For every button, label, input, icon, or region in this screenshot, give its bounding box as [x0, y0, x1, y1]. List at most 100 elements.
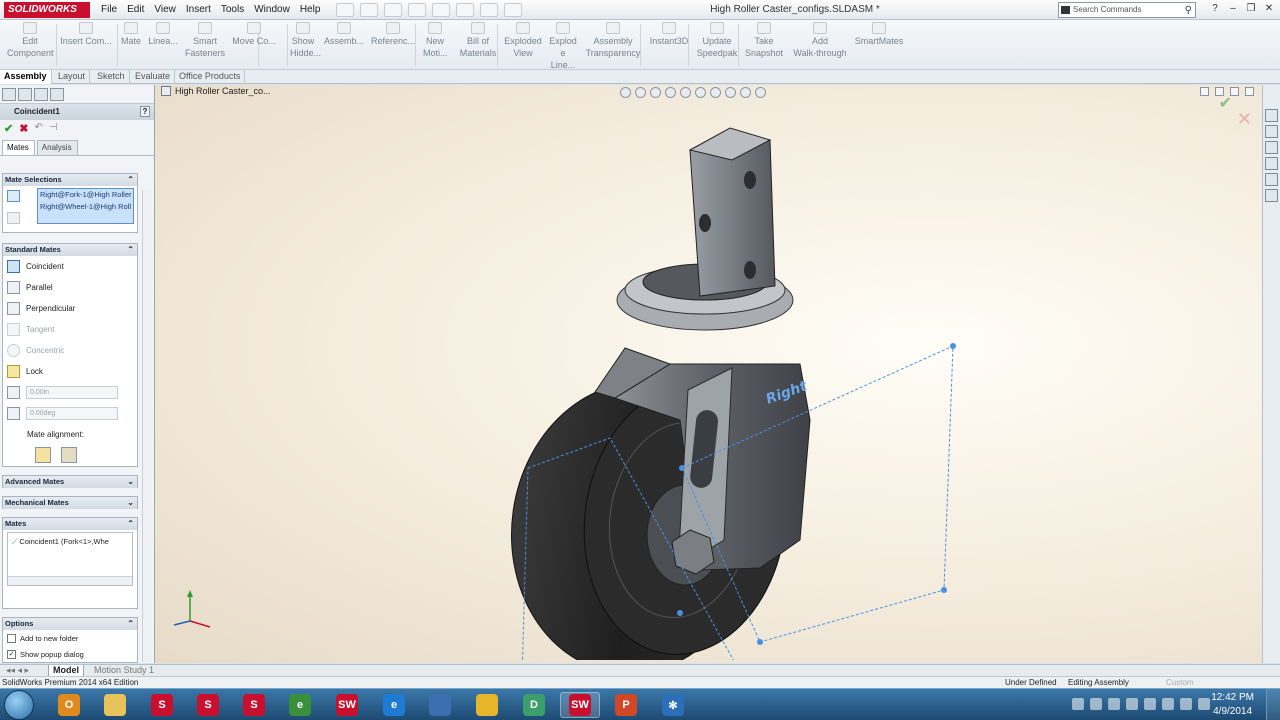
tab-mates[interactable]: Mates: [2, 140, 35, 155]
custom-properties-icon[interactable]: [1265, 189, 1278, 202]
menu-tools[interactable]: Tools: [216, 0, 249, 20]
selection-item[interactable]: Right@Fork-1@High Roller: [40, 189, 133, 201]
options-icon[interactable]: [504, 3, 522, 17]
confirmation-ok-icon[interactable]: ✔: [1219, 93, 1232, 113]
pm-vertical-scrollbar[interactable]: [142, 190, 152, 662]
minimize-icon[interactable]: –: [1226, 2, 1240, 16]
view-settings-icon[interactable]: [755, 87, 766, 98]
zoom-area-icon[interactable]: [635, 87, 646, 98]
assembly-features-button[interactable]: Assemb...: [324, 22, 364, 47]
plane-handle[interactable]: [757, 639, 763, 645]
close-view-icon[interactable]: [1245, 87, 1254, 96]
rebuild-icon[interactable]: [480, 3, 498, 17]
mate-button[interactable]: Mate: [119, 22, 143, 47]
selection-item[interactable]: Right@Wheel-1@High Roll: [40, 201, 133, 213]
insert-component-button[interactable]: Insert Com...: [60, 22, 112, 47]
move-component-button[interactable]: Move Co...: [230, 22, 278, 47]
aligned-icon[interactable]: [35, 447, 51, 463]
hide-show-icon[interactable]: [710, 87, 721, 98]
tab-office-products[interactable]: Office Products: [175, 70, 246, 84]
start-button-icon[interactable]: [4, 690, 34, 720]
caster-model[interactable]: Right Right: [500, 120, 980, 660]
feature-manager-icon[interactable]: [2, 88, 16, 101]
flag-icon[interactable]: [1162, 698, 1174, 710]
display-style-icon[interactable]: [695, 87, 706, 98]
tab-sketch[interactable]: Sketch: [93, 70, 130, 84]
chrome-taskbar-button[interactable]: [467, 692, 507, 718]
transparency-button[interactable]: Assembly Transparency: [585, 22, 641, 59]
tab-analysis[interactable]: Analysis: [36, 140, 78, 155]
exploded-view-button[interactable]: Exploded View: [503, 22, 543, 59]
zoom-to-fit-icon[interactable]: [620, 87, 631, 98]
tab-layout[interactable]: Layout: [54, 70, 91, 84]
linear-pattern-button[interactable]: Linea...: [148, 22, 178, 47]
tab-assembly[interactable]: Assembly: [0, 70, 52, 84]
anti-aligned-icon[interactable]: [61, 447, 77, 463]
cancel-icon[interactable]: ✖: [19, 122, 28, 135]
menu-file[interactable]: File: [96, 0, 122, 20]
tray-icon[interactable]: [1108, 698, 1120, 710]
confirmation-cancel-icon[interactable]: ✕: [1237, 109, 1252, 130]
pushpin-icon[interactable]: ⊣: [49, 122, 58, 134]
walkthrough-button[interactable]: Add Walk-through: [790, 22, 850, 59]
mechanical-mates-group[interactable]: Mechanical Mates ⌄: [2, 496, 138, 509]
smartmates-button[interactable]: SmartMates: [852, 22, 906, 47]
list-item[interactable]: ⟋ Coincident1 (Fork<1>,Whe: [12, 537, 109, 547]
tray-icon[interactable]: [1072, 698, 1084, 710]
help-icon[interactable]: ?: [140, 106, 150, 117]
smart-fasteners-button[interactable]: Smart Fasteners: [183, 22, 227, 59]
network-icon[interactable]: [1180, 698, 1192, 710]
explorer-taskbar-button[interactable]: [95, 692, 135, 718]
show-hidden-button[interactable]: Show Hidde...: [290, 22, 321, 59]
advanced-mates-group[interactable]: Advanced Mates ⌄: [2, 475, 138, 488]
solidworks-active-taskbar-button[interactable]: SW: [560, 692, 600, 718]
snowflake-app-taskbar-button[interactable]: ✻: [653, 692, 693, 718]
plane-handle[interactable]: [677, 610, 683, 616]
option-add-to-folder[interactable]: Add to new folder: [3, 630, 137, 646]
plane-handle[interactable]: [950, 343, 956, 349]
menu-help[interactable]: Help: [295, 0, 326, 20]
solidworks-logo[interactable]: SOLIDWORKS: [4, 2, 90, 18]
home-icon[interactable]: [1265, 109, 1278, 122]
mate-tangent[interactable]: Tangent: [3, 319, 137, 340]
ok-icon[interactable]: ✔: [4, 122, 13, 135]
menu-insert[interactable]: Insert: [181, 0, 216, 20]
checkbox-checked[interactable]: ✓: [7, 649, 16, 659]
mate-concentric[interactable]: Concentric: [3, 340, 137, 361]
help-icon[interactable]: ?: [1208, 2, 1222, 16]
selection-filter-icon[interactable]: [7, 190, 20, 202]
menu-window[interactable]: Window: [249, 0, 295, 20]
collapse-icon[interactable]: ⌃: [127, 244, 134, 256]
print-icon[interactable]: [408, 3, 426, 17]
mate-selections-header[interactable]: Mate Selections ⌃: [3, 174, 137, 186]
speedpak-button[interactable]: Update Speedpak: [696, 22, 738, 59]
angle-input[interactable]: 0.00deg: [26, 407, 118, 420]
view-orientation-icon[interactable]: [680, 87, 691, 98]
distance-input[interactable]: 0.00in: [26, 386, 118, 399]
instant3d-button[interactable]: Instant3D: [647, 22, 691, 47]
plane-handle[interactable]: [941, 587, 947, 593]
units-selector[interactable]: Custom: [1166, 678, 1194, 687]
close-icon[interactable]: ✕: [1262, 2, 1276, 16]
edit-component-button[interactable]: Edit Component: [7, 22, 54, 59]
scene-icon[interactable]: [740, 87, 751, 98]
previous-view-icon[interactable]: [650, 87, 661, 98]
plane-handle[interactable]: [679, 465, 685, 471]
file-explorer-icon[interactable]: [1265, 141, 1278, 154]
split-view-icon[interactable]: [1200, 87, 1209, 96]
clock[interactable]: 12:42 PM 4/9/2014: [1211, 691, 1254, 719]
property-manager-icon[interactable]: [18, 88, 32, 101]
tray-icon[interactable]: [1126, 698, 1138, 710]
explode-line-button[interactable]: Explod e Line...: [548, 22, 578, 71]
new-motion-study-button[interactable]: New Moti...: [423, 22, 448, 59]
bom-button[interactable]: Bill of Materials: [458, 22, 498, 59]
mate-lock[interactable]: Lock: [3, 361, 137, 382]
section-view-icon[interactable]: [665, 87, 676, 98]
mate-coincident[interactable]: Coincident: [3, 256, 137, 277]
option-show-popup[interactable]: ✓ Show popup dialog: [3, 646, 137, 662]
collapse-icon[interactable]: ⌃: [127, 618, 134, 630]
sw-toolbox-taskbar-button[interactable]: S: [188, 692, 228, 718]
expand-icon[interactable]: ⌄: [127, 476, 134, 488]
new-document-icon[interactable]: [336, 3, 354, 17]
volume-icon[interactable]: [1198, 698, 1210, 710]
